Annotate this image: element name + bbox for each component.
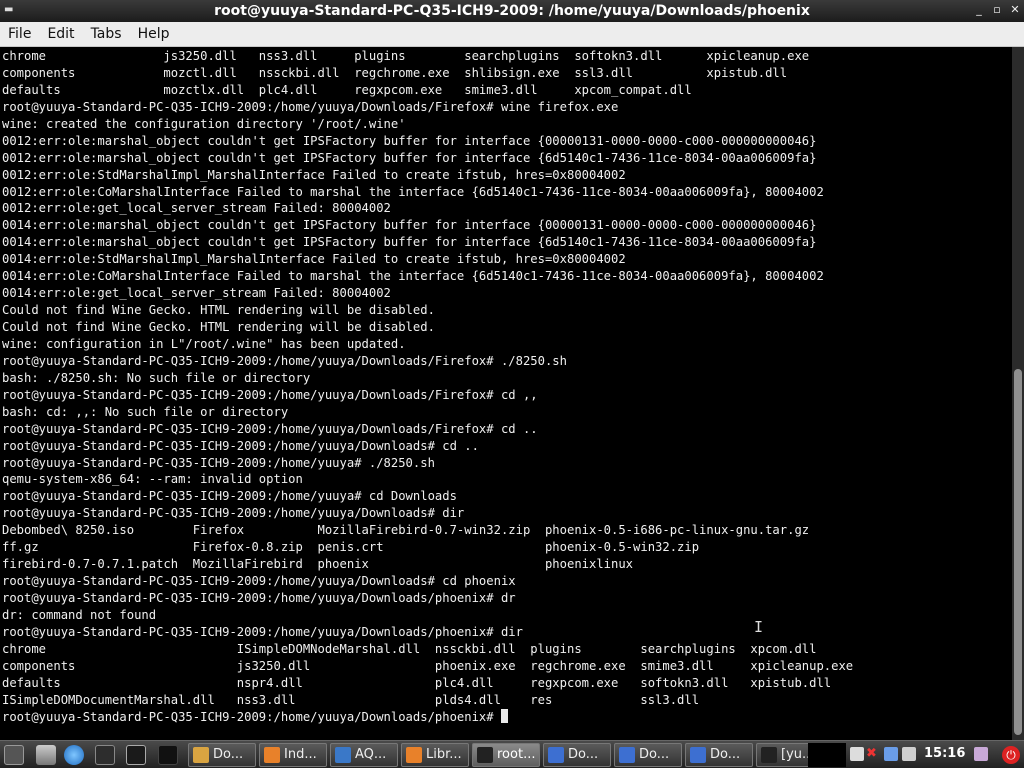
menu-file[interactable]: File <box>0 26 39 42</box>
terminal-line: wine: configuration in L"/root/.wine" ha… <box>2 336 406 351</box>
close-button[interactable]: ✕ <box>1008 3 1022 17</box>
window-titlebar[interactable]: ▬ root@yuuya-Standard-PC-Q35-ICH9-2009: … <box>0 0 1024 22</box>
terminal-line: root@yuuya-Standard-PC-Q35-ICH9-2009:/ho… <box>2 591 516 605</box>
update-tray-icon[interactable] <box>902 747 916 761</box>
firefox-icon <box>406 747 422 763</box>
menubar: File Edit Tabs Help <box>0 22 1024 47</box>
terminal-line: bash: ./8250.sh: No such file or directo… <box>2 370 311 385</box>
document-icon <box>690 747 706 763</box>
terminal-line: root@yuuya-Standard-PC-Q35-ICH9-2009:/ho… <box>2 438 479 453</box>
terminal-line: 0012:err:ole:StdMarshalImpl_MarshalInter… <box>2 167 626 182</box>
terminal-line: root@yuuya-Standard-PC-Q35-ICH9-2009:/ho… <box>2 574 516 589</box>
taskbar-task-button[interactable]: Do... <box>685 743 753 767</box>
taskbar-task-label: root... <box>497 747 536 762</box>
terminal-scrollbar[interactable] <box>1012 47 1024 740</box>
taskbar-task-button[interactable]: AQ... <box>330 743 398 767</box>
taskbar-task-label: AQ... <box>355 747 387 762</box>
taskbar-task-button[interactable]: Do... <box>188 743 256 767</box>
folder-icon <box>193 747 209 763</box>
menu-tabs[interactable]: Tabs <box>83 26 130 42</box>
terminal-output: chrome js3250.dll nss3.dll plugins searc… <box>0 47 1012 726</box>
terminal-line: defaults mozctlx.dll plc4.dll regxpcom.e… <box>2 82 692 97</box>
terminal-line: Debombed\ 8250.iso Firefox MozillaFirebi… <box>2 523 810 538</box>
terminal-line: 0012:err:ole:marshal_object couldn't get… <box>2 150 817 165</box>
document-icon <box>619 747 635 763</box>
volume-muted-tray-icon[interactable]: ✖ <box>866 747 880 761</box>
window-menu-icon[interactable]: ▬ <box>4 4 18 16</box>
taskbar-task-button[interactable]: Ind... <box>259 743 327 767</box>
taskbar-task-button[interactable]: Libr... <box>401 743 469 767</box>
file-manager-icon[interactable] <box>36 745 56 765</box>
workspace-switcher-icon[interactable] <box>158 745 178 765</box>
taskbar-task-button[interactable]: Do... <box>614 743 682 767</box>
terminal-line: 0014:err:ole:StdMarshalImpl_MarshalInter… <box>2 252 626 267</box>
terminal-line: root@yuuya-Standard-PC-Q35-ICH9-2009:/ho… <box>2 353 567 368</box>
terminal-line: 0014:err:ole:marshal_object couldn't get… <box>2 235 817 250</box>
terminal-line: ff.gz Firefox-0.8.zip penis.crt phoenix-… <box>2 540 700 555</box>
minimize-button[interactable]: _ <box>972 3 986 17</box>
document-icon <box>548 747 564 763</box>
taskbar-task-label: Do... <box>568 747 599 762</box>
terminal-prompt: root@yuuya-Standard-PC-Q35-ICH9-2009:/ho… <box>2 709 501 724</box>
terminal-line: bash: cd: ,,: No such file or directory <box>2 404 289 419</box>
terminal-icon <box>761 747 777 763</box>
terminal-line: root@yuuya-Standard-PC-Q35-ICH9-2009:/ho… <box>2 506 465 521</box>
terminal-line: qemu-system-x86_64: --ram: invalid optio… <box>2 472 303 487</box>
taskbar-task-button[interactable]: root... <box>472 743 540 767</box>
taskbar: Do... Ind... AQ... Libr... root... Do... Do...… <box>0 740 1024 768</box>
start-menu-icon[interactable] <box>4 745 24 765</box>
terminal-line: 0014:err:ole:CoMarshalInterface Failed t… <box>2 269 824 284</box>
terminal-line: root@yuuya-Standard-PC-Q35-ICH9-2009:/ho… <box>2 99 619 114</box>
taskbar-task-button[interactable]: Do... <box>543 743 611 767</box>
pager-widget[interactable] <box>808 743 846 767</box>
taskbar-task-label: Ind... <box>284 747 317 762</box>
terminal-line: defaults nspr4.dll plc4.dll regxpcom.exe… <box>2 675 832 690</box>
browser-icon <box>335 747 351 763</box>
terminal-prompt-line[interactable]: root@yuuya-Standard-PC-Q35-ICH9-2009:/ho… <box>2 708 1012 726</box>
terminal-line: 0012:err:ole:marshal_object couldn't get… <box>2 133 817 148</box>
terminal-area[interactable]: chrome js3250.dll nss3.dll plugins searc… <box>0 47 1012 740</box>
terminal-line: ISimpleDOMDocumentMarshal.dll nss3.dll p… <box>2 692 700 707</box>
terminal-line: dr: command not found <box>2 607 157 622</box>
terminal-line: components js3250.dll phoenix.exe regchr… <box>2 658 854 673</box>
terminal-line: 0012:err:ole:get_local_server_stream Fai… <box>2 201 391 216</box>
taskbar-task-label: Libr... <box>426 747 462 762</box>
window-title: root@yuuya-Standard-PC-Q35-ICH9-2009: /h… <box>214 3 810 19</box>
terminal-line: root@yuuya-Standard-PC-Q35-ICH9-2009:/ho… <box>2 421 538 436</box>
menu-help[interactable]: Help <box>130 26 178 42</box>
terminal-line: Could not find Wine Gecko. HTML renderin… <box>2 320 435 334</box>
terminal-line: 0014:err:ole:get_local_server_stream Fai… <box>2 286 391 301</box>
menu-edit[interactable]: Edit <box>39 26 82 42</box>
terminal-line: chrome js3250.dll nss3.dll plugins searc… <box>2 49 810 63</box>
terminal-icon <box>477 747 493 763</box>
power-icon[interactable]: ⏻ <box>1002 746 1020 764</box>
maximize-button[interactable]: ▫ <box>990 3 1004 17</box>
scrollbar-thumb[interactable] <box>1014 369 1022 735</box>
terminal-line: firebird-0.7-0.7.1.patch MozillaFirebird… <box>2 557 634 572</box>
terminal-line: components mozctl.dll nssckbi.dll regchr… <box>2 65 788 80</box>
taskbar-task-label: Do... <box>639 747 670 762</box>
show-desktop-icon[interactable] <box>95 745 115 765</box>
web-browser-icon[interactable] <box>64 745 84 765</box>
terminal-line: 0012:err:ole:CoMarshalInterface Failed t… <box>2 184 824 199</box>
user-tray-icon[interactable] <box>974 747 988 761</box>
terminal-launcher-icon[interactable] <box>126 745 146 765</box>
text-cursor <box>500 708 508 723</box>
terminal-line: 0014:err:ole:marshal_object couldn't get… <box>2 218 817 233</box>
battery-tray-icon[interactable] <box>884 747 898 761</box>
terminal-line: root@yuuya-Standard-PC-Q35-ICH9-2009:/ho… <box>2 489 457 504</box>
terminal-line: wine: created the configuration director… <box>2 116 406 131</box>
mouse-cursor-icon: I <box>754 618 764 636</box>
terminal-line: Could not find Wine Gecko. HTML renderin… <box>2 303 435 318</box>
clock[interactable]: 15:16 <box>924 746 965 761</box>
terminal-line: root@yuuya-Standard-PC-Q35-ICH9-2009:/ho… <box>2 387 538 402</box>
firefox-icon <box>264 747 280 763</box>
terminal-line: root@yuuya-Standard-PC-Q35-ICH9-2009:/ho… <box>2 624 523 639</box>
network-tray-icon[interactable] <box>850 747 864 761</box>
terminal-line: chrome ISimpleDOMNodeMarshal.dll nssckbi… <box>2 641 817 656</box>
taskbar-task-label: Do... <box>710 747 741 762</box>
terminal-line: root@yuuya-Standard-PC-Q35-ICH9-2009:/ho… <box>2 455 435 470</box>
taskbar-task-label: Do... <box>213 747 244 762</box>
